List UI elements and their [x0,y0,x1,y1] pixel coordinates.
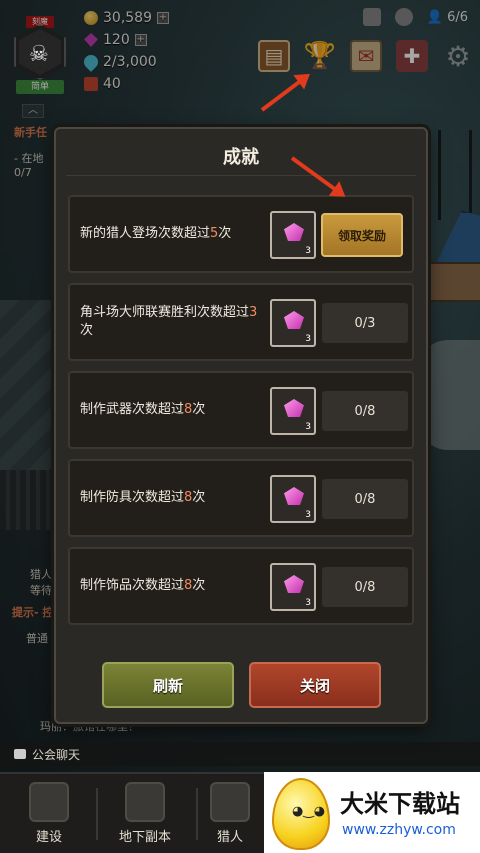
gem-icon [284,487,304,505]
achievement-desc: 制作防具次数超过 [80,490,185,505]
achievement-progress: 0/8 [322,567,408,607]
reward-slot[interactable]: 3 [270,299,316,347]
achievement-list[interactable]: 新的猎人登场次数超过5次 3 领取奖励 角斗场大师联赛胜利次数超过3次 3 0/3 制作武器… [68,195,414,635]
reward-slot[interactable]: 3 [270,211,316,259]
watermark-banner: ◕‿◕ 大米下载站 www.zzhyw.com [264,772,480,853]
gem-icon [284,575,304,593]
skull-icon: ☠ [29,42,49,67]
achievement-progress: 0/8 [322,479,408,519]
gem-icon [284,399,304,417]
reward-slot[interactable]: 3 [270,563,316,611]
achievement-text: 新的猎人登场次数超过5次 [80,197,264,271]
nav-hunter[interactable]: 猎人 [198,780,262,852]
achievement-target: 3 [249,305,258,320]
achievement-row: 制作防具次数超过8次 3 0/8 [68,459,414,537]
achievement-unit: 次 [192,490,206,505]
achievement-row: 制作饰品次数超过8次 3 0/8 [68,547,414,625]
achievement-text: 制作防具次数超过8次 [80,461,264,535]
achievement-row: 角斗场大师联赛胜利次数超过3次 3 0/3 [68,283,414,361]
claim-reward-button[interactable]: 领取奖励 [321,213,403,257]
hammer-icon [29,782,69,822]
achievement-desc: 角斗场大师联赛胜利次数超过 [80,305,250,320]
chat-bubble-icon [14,749,26,759]
achievement-progress: 0/8 [322,391,408,431]
gem-icon [284,223,304,241]
refresh-button[interactable]: 刷新 [102,662,234,708]
dialog-title: 成就 [223,147,259,168]
watermark-url: www.zzhyw.com [342,822,456,838]
achievement-desc: 新的猎人登场次数超过 [80,226,211,241]
achievement-row: 制作武器次数超过8次 3 0/8 [68,371,414,449]
helmet-icon [210,782,250,822]
nav-dungeon-label: 地下副本 [118,830,171,845]
egg-mascot-icon: ◕‿◕ [272,778,330,850]
reward-count: 3 [305,422,311,432]
nav-dungeon[interactable]: 地下副本 [100,780,190,852]
achievement-text: 制作饰品次数超过8次 [80,549,264,623]
reward-count: 3 [305,334,311,344]
achievement-unit: 次 [218,226,232,241]
reward-count: 3 [305,598,311,608]
close-button[interactable]: 关闭 [249,662,381,708]
nav-hunter-label: 猎人 [216,830,243,845]
achievement-text: 制作武器次数超过8次 [80,373,264,447]
guild-chat-bar[interactable]: 公会聊天 [0,742,480,766]
gate-icon [125,782,165,822]
reward-slot[interactable]: 3 [270,475,316,523]
nav-divider [96,788,98,840]
divider [66,175,416,176]
achievement-desc: 制作武器次数超过 [80,402,185,417]
gem-icon [284,311,304,329]
achievement-text: 角斗场大师联赛胜利次数超过3 次 [80,285,264,359]
nav-build-label: 建设 [35,830,62,845]
achievement-progress: 0/3 [322,303,408,343]
achievements-dialog: 成就 新的猎人登场次数超过5次 3 领取奖励 角斗场大师联赛胜利次数超过3次 3 0/3 制… [54,127,428,724]
egg-face: ◕‿◕ [292,804,326,819]
achievement-row: 新的猎人登场次数超过5次 3 领取奖励 [68,195,414,273]
achievement-unit: 次 [192,402,206,417]
achievement-unit: 次 [80,323,94,338]
reward-count: 3 [305,510,311,520]
reward-count: 3 [305,246,311,256]
nav-build[interactable]: 建设 [4,780,94,852]
guild-chat-label: 公会聊天 [32,747,81,762]
achievement-desc: 制作饰品次数超过 [80,578,185,593]
reward-slot[interactable]: 3 [270,387,316,435]
achievement-unit: 次 [192,578,206,593]
watermark-title: 大米下载站 [340,790,460,818]
